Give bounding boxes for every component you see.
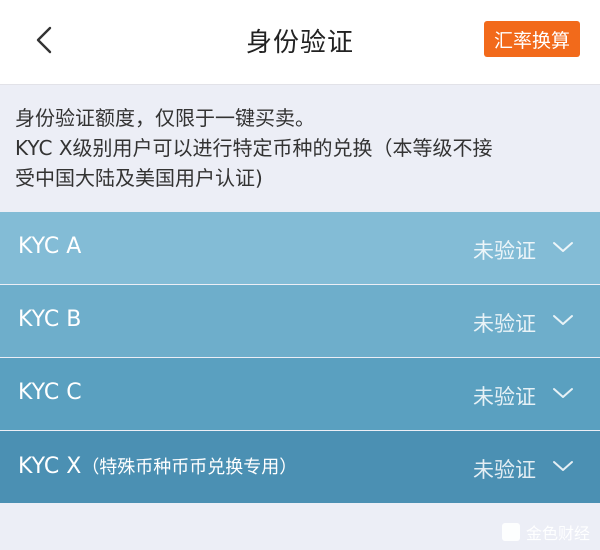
- kyc-level-note: （特殊币种币币兑换专用）: [81, 457, 298, 478]
- empty-bottom-area: 金色财经: [0, 505, 600, 550]
- notice-line-1: 身份验证额度，仅限于一键买卖。: [15, 106, 315, 130]
- watermark-text: 金色财经: [525, 524, 590, 543]
- kyc-row-x[interactable]: KYC X（特殊币种币币兑换专用） 未验证: [0, 431, 600, 503]
- kyc-status: 未验证: [473, 385, 536, 409]
- chevron-down-icon[interactable]: [552, 457, 574, 475]
- kyc-status: 未验证: [473, 239, 536, 263]
- kyc-level-label: KYC B: [18, 307, 81, 332]
- kyc-level-name: KYC X: [18, 454, 82, 479]
- kyc-level-label: KYC C: [18, 380, 82, 405]
- kyc-level-label: KYC A: [18, 234, 81, 259]
- notice-line-2: KYC X级别用户可以进行特定币种的兑换（本等级不接: [15, 136, 493, 160]
- kyc-level-list: KYC A 未验证 KYC B 未验证 KYC C 未验证 KYC X（特殊币种…: [0, 212, 600, 504]
- kyc-status: 未验证: [473, 312, 536, 336]
- chevron-down-icon[interactable]: [552, 384, 574, 402]
- kyc-level-name: KYC C: [18, 380, 82, 405]
- kyc-level-name: KYC B: [18, 307, 82, 332]
- verification-notice: 身份验证额度，仅限于一键买卖。 KYC X级别用户可以进行特定币种的兑换（本等级…: [0, 85, 600, 211]
- watermark: 金色财经: [501, 520, 590, 544]
- app-header: 身份验证 汇率换算: [0, 0, 600, 85]
- rate-conversion-button[interactable]: 汇率换算: [484, 21, 580, 57]
- kyc-level-label: KYC X（特殊币种币币兑换专用）: [18, 453, 297, 479]
- kyc-row-b[interactable]: KYC B 未验证: [0, 285, 600, 357]
- notice-line-3: 受中国大陆及美国用户认证): [15, 166, 263, 190]
- chevron-down-icon[interactable]: [552, 238, 574, 256]
- kyc-level-name: KYC A: [18, 234, 82, 259]
- watermark-logo-icon: [501, 523, 520, 541]
- kyc-row-c[interactable]: KYC C 未验证: [0, 358, 600, 430]
- notice-text: 身份验证额度，仅限于一键买卖。 KYC X级别用户可以进行特定币种的兑换（本等级…: [15, 103, 590, 193]
- kyc-row-a[interactable]: KYC A 未验证: [0, 212, 600, 284]
- kyc-status: 未验证: [473, 458, 536, 482]
- chevron-down-icon[interactable]: [552, 311, 574, 329]
